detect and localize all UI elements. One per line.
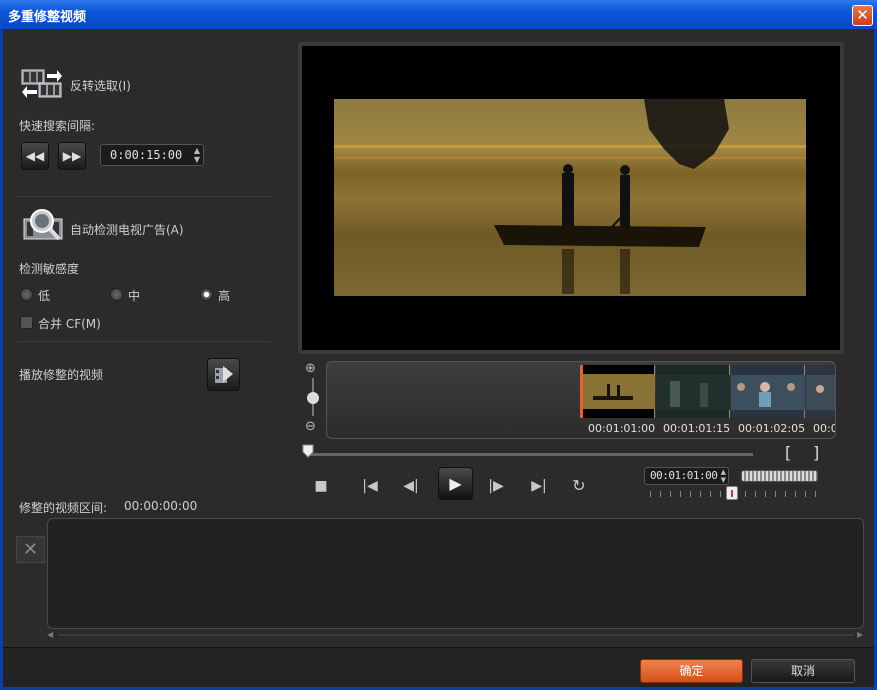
scrubber-handle[interactable] xyxy=(302,444,314,458)
sensitivity-label: 检测敏感度 xyxy=(19,262,80,276)
shuttle-tick xyxy=(765,491,766,497)
divider xyxy=(17,196,271,197)
scroll-left-icon[interactable]: ◀ xyxy=(47,630,53,639)
timecode-label: 00:0 xyxy=(813,422,836,435)
mark-out-button[interactable]: ] xyxy=(813,443,819,462)
scrubber-track[interactable] xyxy=(307,453,753,456)
repeat-icon[interactable]: ↻ xyxy=(568,476,590,496)
zoom-in-icon[interactable]: ⊕ xyxy=(305,362,321,376)
cancel-button[interactable]: 取消 xyxy=(751,659,855,683)
trimmed-interval-value: 00:00:00:00 xyxy=(124,499,198,513)
shuttle-tick xyxy=(785,491,786,497)
shuttle-tick xyxy=(755,491,756,497)
timecode-label: 00:01:01:00 xyxy=(588,422,656,435)
horizontal-scrollbar[interactable] xyxy=(58,634,854,636)
divider xyxy=(17,341,271,342)
interval-time-value: 0:00:15:00 xyxy=(110,148,183,162)
detect-ads-label[interactable]: 自动检测电视广告(A) xyxy=(70,221,184,238)
video-frame-image xyxy=(334,99,806,296)
shuttle-tick xyxy=(745,491,746,497)
shuttle-tick xyxy=(775,491,776,497)
ok-button[interactable]: 确定 xyxy=(640,659,743,683)
sensitivity-mid-radio[interactable] xyxy=(110,288,123,301)
shuttle-tick xyxy=(660,491,661,497)
shuttle-slider-handle[interactable] xyxy=(726,486,738,500)
next-frame-button[interactable]: |▶ xyxy=(485,476,507,496)
zoom-slider-handle[interactable] xyxy=(307,392,319,404)
magnifier-icon[interactable] xyxy=(22,207,64,245)
close-button[interactable]: ✕ xyxy=(852,5,873,26)
shuttle-tick xyxy=(805,491,806,497)
shuttle-tick xyxy=(795,491,796,497)
shuttle-tick xyxy=(720,491,721,497)
thumbnail-frame[interactable] xyxy=(656,365,730,418)
go-to-start-button[interactable]: |◀ xyxy=(359,476,381,496)
play-trimmed-button[interactable] xyxy=(207,358,240,391)
interval-time-input[interactable]: 0:00:15:00 ▲ ▼ xyxy=(100,144,204,166)
shuttle-tick xyxy=(680,491,681,497)
shuttle-tick xyxy=(700,491,701,497)
filmstrip-timeline[interactable]: 00:01:01:00 00:01:01:15 00:01:02:05 00:0 xyxy=(326,361,836,439)
zoom-out-icon[interactable]: ⊖ xyxy=(305,420,321,434)
footer-bar xyxy=(3,647,874,687)
invert-selection-icon[interactable] xyxy=(21,68,63,100)
quick-search-label: 快速搜索间隔: xyxy=(19,119,96,133)
thumbnail-frame[interactable] xyxy=(583,365,655,418)
scroll-right-icon[interactable]: ▶ xyxy=(857,630,863,639)
video-preview xyxy=(298,42,844,354)
go-to-end-button[interactable]: ▶| xyxy=(528,476,550,496)
stop-button[interactable]: ■ xyxy=(310,476,332,496)
sensitivity-mid-label: 中 xyxy=(128,289,141,303)
rewind-button[interactable]: ◀◀ xyxy=(21,142,49,170)
previous-frame-button[interactable]: ◀| xyxy=(400,476,422,496)
shuttle-tick xyxy=(670,491,671,497)
sensitivity-high-label: 高 xyxy=(218,289,231,303)
shuttle-tick xyxy=(710,491,711,497)
sensitivity-high-radio[interactable] xyxy=(200,288,213,301)
sensitivity-low-label: 低 xyxy=(38,289,51,303)
window-title: 多重修整视频 xyxy=(8,10,87,25)
trimmed-interval-label: 修整的视频区间: xyxy=(19,501,108,515)
shuttle-tick xyxy=(815,491,816,497)
spin-arrows-icon[interactable]: ▲ ▼ xyxy=(194,146,200,164)
current-time-value: 00:01:01:00 xyxy=(650,469,718,482)
invert-selection-label[interactable]: 反转选取(I) xyxy=(70,77,131,94)
mark-in-button[interactable]: [ xyxy=(785,443,791,462)
merge-cf-label[interactable]: 合并 CF(M) xyxy=(38,315,101,332)
fast-forward-button[interactable]: ▶▶ xyxy=(58,142,86,170)
shuttle-tick xyxy=(650,491,651,497)
spin-arrows-icon[interactable]: ▲ ▼ xyxy=(721,468,726,484)
timecode-label: 00:01:02:05 xyxy=(738,422,806,435)
thumbnail-frame[interactable] xyxy=(731,365,805,418)
timecode-label: 00:01:01:15 xyxy=(663,422,731,435)
current-time-input[interactable]: 00:01:01:00 ▲ ▼ xyxy=(644,467,729,485)
trimmed-clips-panel[interactable] xyxy=(47,518,864,629)
shuttle-tick xyxy=(690,491,691,497)
thumbnail-frame[interactable] xyxy=(806,365,835,418)
play-button[interactable]: ▶ xyxy=(438,467,473,500)
title-bar: 多重修整视频 ✕ xyxy=(0,0,877,29)
sensitivity-low-radio[interactable] xyxy=(20,288,33,301)
play-trimmed-label: 播放修整的视频 xyxy=(19,368,104,382)
merge-cf-checkbox[interactable] xyxy=(20,316,33,329)
delete-clip-button[interactable]: ✕ xyxy=(16,536,45,563)
film-play-icon xyxy=(215,366,233,383)
jog-wheel[interactable] xyxy=(741,470,818,482)
